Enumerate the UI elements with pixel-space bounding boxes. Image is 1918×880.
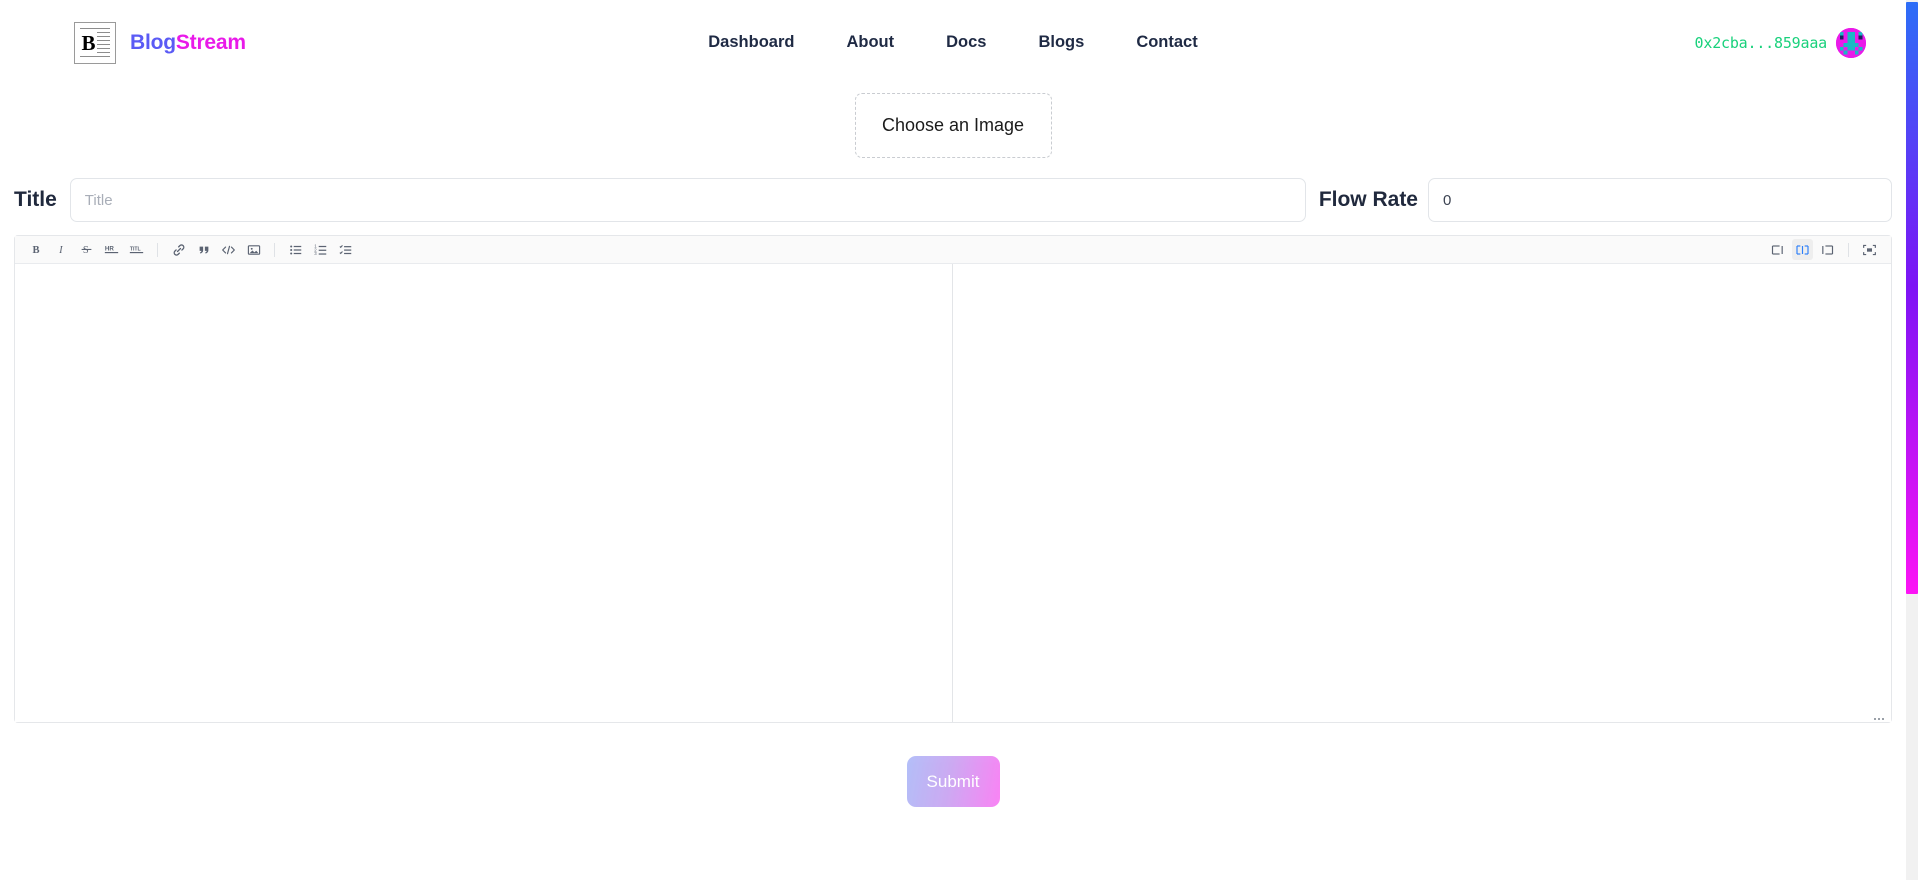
svg-text:S: S [83,245,89,256]
choose-image-dropzone[interactable]: Choose an Image [854,93,1052,158]
view-edit-only-icon[interactable] [1767,239,1788,260]
resize-grip-icon[interactable] [1874,712,1888,720]
pixel-blockie-avatar[interactable] [1836,27,1866,58]
brand-name-part1: Blog [130,30,176,54]
grip-dot [1878,718,1880,720]
nav-link-docs[interactable]: Docs [946,33,986,52]
brand-logo-link[interactable]: B BlogStream [74,21,246,64]
toolbar-group-text: B I S HR TITL [24,239,149,260]
svg-text:I: I [58,245,63,256]
grip-dot [1874,718,1876,720]
brand-name-part2: Stream [175,30,246,54]
ordered-list-icon[interactable]: 1 2 3 [310,239,331,260]
page-root: B BlogStream Dashboard About Docs Blogs … [0,0,1906,880]
page-scrollbar-track[interactable] [1906,0,1918,880]
title-label: Title [14,188,57,211]
flow-rate-label: Flow Rate [1318,188,1418,211]
view-split-icon[interactable] [1792,239,1813,260]
image-upload-section: Choose an Image [0,93,1906,158]
title-heading-icon[interactable]: TITL [126,239,147,260]
page-scrollbar-thumb[interactable] [1906,2,1918,594]
logo-letter: B [80,30,97,55]
toolbar-divider-1 [157,242,158,257]
svg-text:B: B [32,245,39,256]
toolbar-group-lists: 1 2 3 [283,239,358,260]
flow-rate-input[interactable] [1428,178,1892,222]
quote-icon[interactable] [193,239,214,260]
unordered-list-icon[interactable] [285,239,306,260]
code-icon[interactable] [218,239,239,260]
markdown-editor: B I S HR TITL 1 2 3 [14,235,1892,723]
view-preview-only-icon[interactable] [1817,239,1838,260]
fullscreen-icon[interactable] [1859,239,1880,260]
toolbar-group-insert [166,239,266,260]
markdown-preview-pane [953,264,1891,722]
nav-link-about[interactable]: About [846,33,894,52]
nav-link-blogs[interactable]: Blogs [1038,33,1084,52]
link-icon[interactable] [168,239,189,260]
grip-dot [1882,718,1884,720]
brand-name: BlogStream [130,31,246,55]
nav-link-contact[interactable]: Contact [1136,33,1197,52]
toolbar-divider-2 [274,242,275,257]
svg-text:3: 3 [314,251,317,256]
site-header: B BlogStream Dashboard About Docs Blogs … [0,0,1906,85]
nav-link-dashboard[interactable]: Dashboard [708,33,794,52]
title-input[interactable] [69,178,1306,222]
submit-button[interactable]: Submit [906,756,1000,807]
bold-icon[interactable]: B [26,239,47,260]
submit-section: Submit [0,756,1906,807]
dropzone-label: Choose an Image [881,115,1025,135]
svg-text:TITL: TITL [130,246,141,252]
newspaper-document-icon: B [74,21,116,64]
checklist-icon[interactable] [335,239,356,260]
strikethrough-icon[interactable]: S [76,239,97,260]
toolbar-group-view [1765,239,1882,260]
main-navigation: Dashboard About Docs Blogs Contact [708,33,1197,52]
horizontal-rule-icon[interactable]: HR [101,239,122,260]
markdown-input-pane[interactable] [15,264,953,722]
wallet-account[interactable]: 0x2cba...859aaa [1695,27,1866,58]
editor-split-body [15,264,1891,722]
toolbar-divider-3 [1848,242,1849,257]
editor-toolbar: B I S HR TITL 1 2 3 [15,236,1891,264]
image-icon[interactable] [243,239,264,260]
italic-icon[interactable]: I [51,239,72,260]
svg-text:HR: HR [105,245,115,252]
form-field-row: Title Flow Rate [0,178,1906,222]
wallet-address[interactable]: 0x2cba...859aaa [1695,34,1828,52]
